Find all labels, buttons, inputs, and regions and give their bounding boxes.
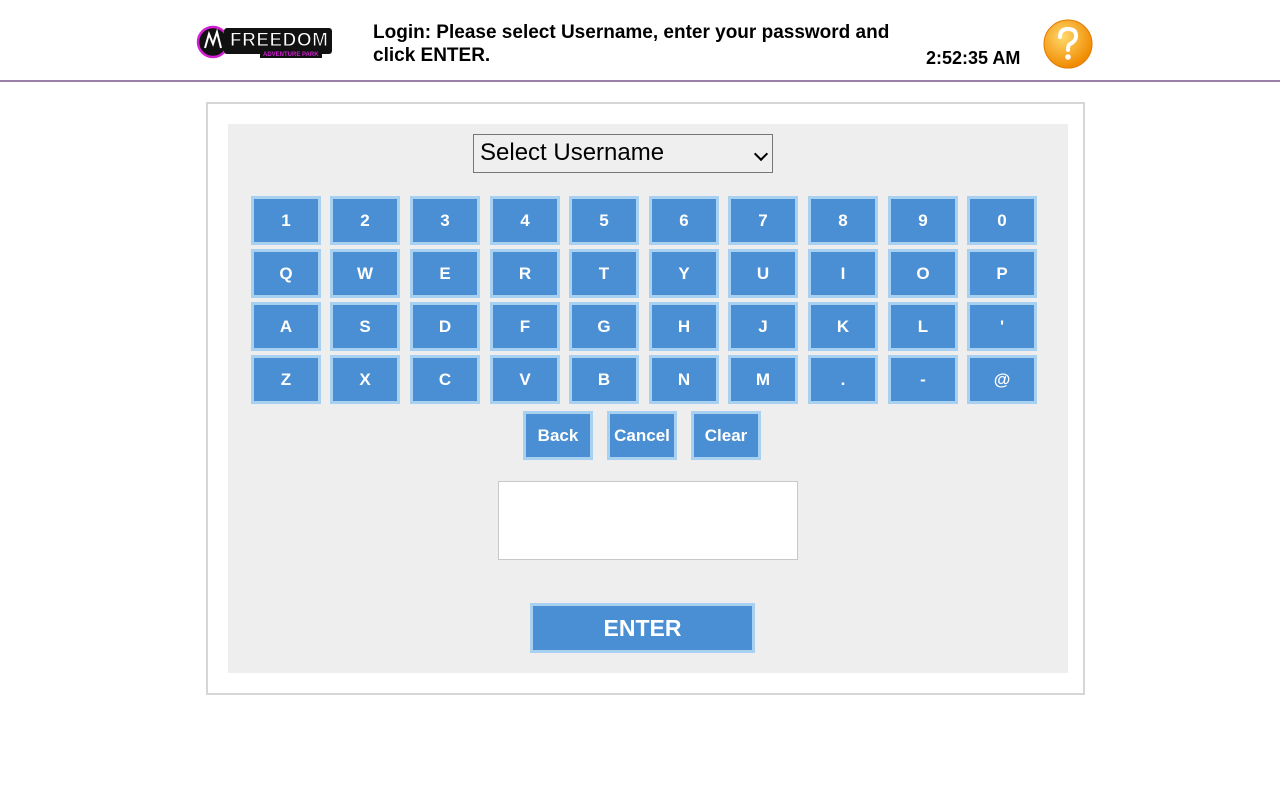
cancel-button[interactable]: Cancel [607,411,677,460]
key-4-2[interactable]: X [330,355,400,404]
key-4-9[interactable]: - [888,355,958,404]
key-3-2[interactable]: S [330,302,400,351]
key-2-10[interactable]: P [967,249,1037,298]
help-button[interactable] [1043,19,1093,69]
key-1-1[interactable]: 1 [251,196,321,245]
logo-subtext: ADVENTURE PARK [260,52,322,58]
key-4-8[interactable]: . [808,355,878,404]
key-2-2[interactable]: W [330,249,400,298]
key-3-3[interactable]: D [410,302,480,351]
key-1-9[interactable]: 9 [888,196,958,245]
key-4-7[interactable]: M [728,355,798,404]
key-3-7[interactable]: J [728,302,798,351]
key-2-1[interactable]: Q [251,249,321,298]
clock: 2:52:35 AM [926,48,1021,68]
key-3-4[interactable]: F [490,302,560,351]
username-select[interactable]: Select Username [473,134,773,173]
key-3-1[interactable]: A [251,302,321,351]
chevron-down-icon [753,146,769,162]
key-2-7[interactable]: U [728,249,798,298]
key-1-3[interactable]: 3 [410,196,480,245]
key-1-2[interactable]: 2 [330,196,400,245]
key-4-6[interactable]: N [649,355,719,404]
key-2-8[interactable]: I [808,249,878,298]
key-2-3[interactable]: E [410,249,480,298]
key-1-6[interactable]: 6 [649,196,719,245]
key-3-8[interactable]: K [808,302,878,351]
key-3-10[interactable]: ' [967,302,1037,351]
key-4-1[interactable]: Z [251,355,321,404]
key-1-5[interactable]: 5 [569,196,639,245]
key-2-6[interactable]: Y [649,249,719,298]
key-1-4[interactable]: 4 [490,196,560,245]
logo-text: FREEDOM [230,30,329,52]
header-bar: FREEDOM ADVENTURE PARK Login: Please sel… [0,0,1280,82]
freedom-logo: FREEDOM ADVENTURE PARK [196,22,336,62]
key-4-10[interactable]: @ [967,355,1037,404]
key-2-9[interactable]: O [888,249,958,298]
key-3-6[interactable]: H [649,302,719,351]
key-1-7[interactable]: 7 [728,196,798,245]
key-1-8[interactable]: 8 [808,196,878,245]
key-1-10[interactable]: 0 [967,196,1037,245]
key-4-5[interactable]: B [569,355,639,404]
key-4-4[interactable]: V [490,355,560,404]
password-input[interactable] [498,481,798,560]
key-2-4[interactable]: R [490,249,560,298]
clear-button[interactable]: Clear [691,411,761,460]
login-instruction: Login: Please select Username, enter you… [373,22,890,66]
back-button[interactable]: Back [523,411,593,460]
key-2-5[interactable]: T [569,249,639,298]
key-3-5[interactable]: G [569,302,639,351]
enter-button[interactable]: ENTER [530,603,755,653]
key-3-9[interactable]: L [888,302,958,351]
key-4-3[interactable]: C [410,355,480,404]
username-select-value: Select Username [480,139,665,166]
